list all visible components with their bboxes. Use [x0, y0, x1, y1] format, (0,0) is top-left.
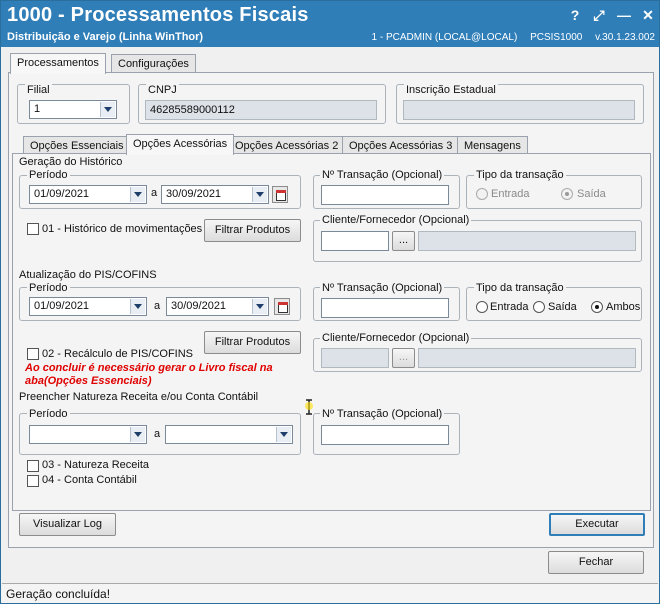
- piscofins-ambos-radio[interactable]: [591, 301, 603, 313]
- window-subtitle: Distribuição e Varejo (Linha WinThor): [7, 31, 204, 43]
- historico-cliente-code[interactable]: [321, 231, 389, 251]
- historico-saida-label: Saída: [577, 188, 606, 200]
- historico-cliente-label: Cliente/Fornecedor (Opcional): [320, 214, 472, 226]
- user-info: 1 - PCADMIN (LOCAL@LOCAL): [371, 32, 518, 43]
- title-bar: 1000 - Processamentos Fiscais Distribuiç…: [1, 1, 659, 47]
- close-icon[interactable]: ✕: [637, 6, 659, 24]
- historico-a-label: a: [151, 187, 158, 199]
- chevron-down-icon[interactable]: [276, 427, 291, 442]
- piscofins-ambos-label[interactable]: Ambos: [606, 301, 640, 313]
- piscofins-periodo-label: Período: [27, 282, 70, 294]
- version-info: v.30.1.23.002: [595, 32, 655, 43]
- piscofins-entrada-radio[interactable]: [476, 301, 488, 313]
- natureza-periodo-label: Período: [27, 408, 70, 420]
- piscofins-cliente-code: [321, 348, 389, 368]
- restore-icon[interactable]: ⤢: [588, 6, 610, 24]
- historico-checkbox[interactable]: [27, 223, 39, 235]
- natureza-receita-label[interactable]: 03 - Natureza Receita: [42, 459, 149, 471]
- historico-checkbox-label[interactable]: 01 - Histórico de movimentações: [42, 223, 202, 235]
- historico-date-to-value: 30/09/2021: [166, 188, 222, 200]
- historico-transacao-input[interactable]: [321, 185, 449, 205]
- chevron-down-icon[interactable]: [130, 187, 145, 202]
- historico-saida-radio: [561, 188, 573, 200]
- opcoes-acessorias-panel: Geração do Histórico Período 01/09/2021 …: [12, 153, 651, 511]
- piscofins-a-label: a: [154, 300, 161, 312]
- historico-transacao-label: Nº Transação (Opcional): [320, 169, 445, 181]
- piscofins-filtrar-button[interactable]: Filtrar Produtos: [204, 331, 301, 354]
- historico-cliente-search-button[interactable]: ...: [392, 231, 415, 251]
- historico-date-from[interactable]: 01/09/2021: [29, 185, 147, 204]
- piscofins-date-from-value: 01/09/2021: [34, 300, 90, 312]
- historico-cliente-name: [418, 231, 636, 251]
- historico-tipo-label: Tipo da transação: [474, 169, 566, 181]
- cnpj-field: 46285589000112: [145, 100, 377, 120]
- piscofins-saida-label[interactable]: Saída: [548, 301, 577, 313]
- piscofins-cliente-name: [418, 348, 636, 368]
- piscofins-cliente-label: Cliente/Fornecedor (Opcional): [320, 332, 472, 344]
- inscricao-label: Inscrição Estadual: [404, 84, 498, 96]
- natureza-date-to[interactable]: [165, 425, 293, 444]
- system-info: 1 - PCADMIN (LOCAL@LOCAL) PCSIS1000 v.30…: [362, 32, 655, 43]
- chevron-down-icon[interactable]: [130, 427, 145, 442]
- piscofins-entrada-label[interactable]: Entrada: [490, 301, 529, 313]
- piscofins-date-from[interactable]: 01/09/2021: [29, 297, 147, 316]
- historico-entrada-label: Entrada: [491, 188, 530, 200]
- historico-periodo-label: Período: [27, 169, 70, 181]
- window-title: 1000 - Processamentos Fiscais: [7, 4, 309, 26]
- conta-contabil-checkbox[interactable]: [27, 475, 39, 487]
- piscofins-checkbox[interactable]: [27, 348, 39, 360]
- natureza-date-from[interactable]: [29, 425, 147, 444]
- piscofins-transacao-label: Nº Transação (Opcional): [320, 282, 445, 294]
- piscofins-checkbox-label[interactable]: 02 - Recálculo de PIS/COFINS: [42, 348, 193, 360]
- calendar-icon[interactable]: [274, 298, 290, 315]
- piscofins-date-to-value: 30/09/2021: [171, 300, 227, 312]
- chevron-down-icon[interactable]: [252, 187, 267, 202]
- piscofins-saida-radio[interactable]: [533, 301, 545, 313]
- historico-section-title: Geração do Histórico: [19, 156, 123, 168]
- historico-date-to[interactable]: 30/09/2021: [161, 185, 269, 204]
- executar-button[interactable]: Executar: [549, 513, 645, 536]
- natureza-transacao-label: Nº Transação (Opcional): [320, 408, 445, 420]
- natureza-receita-checkbox[interactable]: [27, 460, 39, 472]
- natureza-a-label: a: [154, 428, 161, 440]
- historico-entrada-radio: [476, 188, 488, 200]
- chevron-down-icon[interactable]: [130, 299, 145, 314]
- natureza-transacao-input[interactable]: [321, 425, 449, 445]
- natureza-section-title: Preencher Natureza Receita e/ou Conta Co…: [19, 391, 259, 403]
- piscofins-tipo-label: Tipo da transação: [474, 282, 566, 294]
- piscofins-warning: Ao concluir é necessário gerar o Livro f…: [25, 362, 273, 387]
- chevron-down-icon[interactable]: [100, 102, 115, 117]
- main-window: 1000 - Processamentos Fiscais Distribuiç…: [0, 0, 660, 604]
- processamentos-panel: Filial 1 CNPJ 46285589000112 Inscrição E…: [8, 72, 654, 548]
- status-bar: Geração concluída!: [2, 583, 658, 603]
- piscofins-cliente-search-button: ...: [392, 348, 415, 368]
- piscofins-transacao-input[interactable]: [321, 298, 449, 318]
- minimize-icon[interactable]: —: [613, 6, 635, 24]
- inscricao-field: [403, 100, 635, 120]
- chevron-down-icon[interactable]: [252, 299, 267, 314]
- piscofins-date-to[interactable]: 30/09/2021: [166, 297, 269, 316]
- cnpj-label: CNPJ: [146, 84, 179, 96]
- help-icon[interactable]: ?: [564, 6, 586, 24]
- historico-date-from-value: 01/09/2021: [34, 188, 90, 200]
- filial-select[interactable]: 1: [29, 100, 117, 119]
- tab-opcoes-acessorias[interactable]: Opções Acessórias: [126, 134, 235, 155]
- visualizar-log-button[interactable]: Visualizar Log: [19, 513, 116, 536]
- tab-processamentos[interactable]: Processamentos: [10, 53, 106, 74]
- piscofins-section-title: Atualização do PIS/COFINS: [19, 269, 157, 281]
- conta-contabil-label[interactable]: 04 - Conta Contábil: [42, 474, 137, 486]
- filial-label: Filial: [25, 84, 52, 96]
- text-cursor-icon: [305, 399, 313, 415]
- routine-code: PCSIS1000: [530, 32, 583, 43]
- calendar-icon[interactable]: [272, 186, 288, 203]
- tab-configuracoes[interactable]: Configurações: [111, 54, 196, 73]
- historico-filtrar-button[interactable]: Filtrar Produtos: [204, 219, 301, 242]
- fechar-button[interactable]: Fechar: [548, 551, 644, 574]
- filial-value: 1: [34, 103, 41, 115]
